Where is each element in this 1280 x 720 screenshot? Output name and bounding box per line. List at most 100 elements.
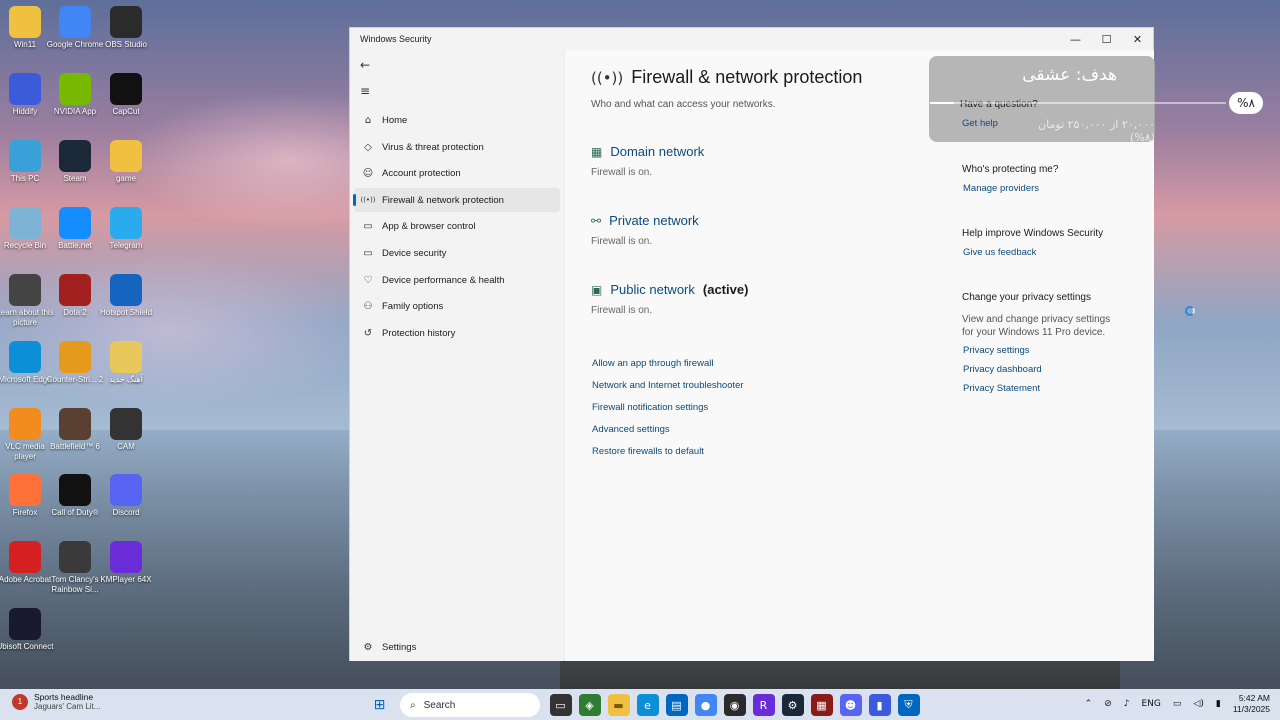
desktop-icon[interactable]: KMPlayer 64X — [96, 537, 156, 585]
sidebar-item-label: Home — [382, 114, 408, 126]
desktop-icon-label: KMPlayer 64X — [100, 575, 152, 584]
desktop-icon[interactable]: آهنگ جدید — [96, 337, 156, 385]
sidebar-item-device-security[interactable]: ▭ Device security — [354, 241, 560, 265]
start-icon[interactable]: ⊞ — [369, 694, 391, 716]
sidebar-item-protection-history[interactable]: ↺ Protection history — [354, 321, 560, 345]
restore-defaults-link[interactable]: Restore firewalls to default — [592, 446, 704, 457]
sidebar-item-label: Family options — [382, 300, 444, 312]
privacy-statement-link[interactable]: Privacy Statement — [963, 383, 1040, 394]
language-indicator[interactable]: ENG — [1142, 699, 1161, 709]
protecting-heading: Who's protecting me? — [962, 164, 1059, 175]
domain-network-icon: ▦ — [591, 144, 603, 159]
volume-icon[interactable]: ◁) — [1193, 699, 1203, 709]
windows-security-icon[interactable]: ⛨ — [897, 694, 920, 716]
notification-settings-link[interactable]: Firewall notification settings — [592, 402, 708, 413]
edge-icon — [9, 341, 41, 373]
winrar-icon[interactable]: ▦ — [810, 694, 833, 716]
firefox-icon — [9, 474, 41, 506]
allow-app-link[interactable]: Allow an app through firewall — [592, 358, 713, 369]
desktop-icon-label: game — [115, 174, 136, 183]
discord-icon — [110, 474, 142, 506]
date: 11/3/2025 — [1232, 704, 1270, 714]
back-arrow-icon[interactable]: ← — [360, 58, 370, 72]
family-icon: ⚇ — [363, 300, 373, 312]
search-box[interactable]: ⌕ Search — [400, 693, 540, 717]
title-bar[interactable]: Windows Security — ☐ ✕ — [350, 28, 1153, 50]
troubleshooter-link[interactable]: Network and Internet troubleshooter — [592, 380, 744, 391]
file-explorer-icon[interactable]: ▬ — [607, 694, 630, 716]
store-icon[interactable]: ▤ — [665, 694, 688, 716]
discord-icon[interactable]: ☻ — [839, 694, 862, 716]
goal-percent-badge: %۸ — [1229, 92, 1263, 114]
goal-amount: ۲۰,۰۰۰ از ۲۵۰,۰۰۰ تومان (۸%) — [1038, 118, 1155, 144]
feedback-link[interactable]: Give us feedback — [963, 247, 1036, 258]
steam-icon — [59, 140, 91, 172]
r-app-icon[interactable]: R — [752, 694, 775, 716]
sidebar-item-account-protection[interactable]: ☺ Account protection — [354, 161, 560, 185]
privacy-dashboard-link[interactable]: Privacy dashboard — [963, 364, 1042, 375]
history-icon: ↺ — [363, 327, 373, 339]
sidebar-item-app-browser[interactable]: ▭ App & browser control — [354, 214, 560, 238]
display-icon[interactable]: ▭ — [1173, 699, 1182, 709]
desktop-icon[interactable]: game — [96, 136, 156, 184]
network-name: Private network — [609, 213, 699, 228]
desktop-icon[interactable]: CapCut — [96, 69, 156, 117]
taskbar: 1 Sports headline Jaguars' Cam Lit... ⊞ … — [0, 689, 1280, 720]
battery-icon[interactable]: ▮ — [1216, 699, 1221, 709]
desktop-icon[interactable]: OBS Studio — [96, 2, 156, 50]
donation-goal-overlay: هدف: عشقی Have a question? Get help ۲۰,۰… — [929, 56, 1155, 144]
get-help-link[interactable]: Get help — [962, 118, 998, 129]
minimize-button[interactable]: — — [1060, 28, 1091, 50]
desktop-icon-label: Ubisoft Connect — [0, 642, 54, 651]
sidebar-item-label: Device security — [382, 247, 447, 259]
page-title: Firewall & network protection — [631, 67, 863, 87]
sidebar-item-virus-threat[interactable]: ◇ Virus & threat protection — [354, 135, 560, 159]
clock[interactable]: 5:42 AM 11/3/2025 — [1233, 693, 1270, 715]
sidebar-item-device-performance[interactable]: ♡ Device performance & health — [354, 268, 560, 292]
public-network-link[interactable]: ▣ Public network (active) — [591, 282, 748, 297]
news-widget[interactable]: 1 Sports headline Jaguars' Cam Lit... — [12, 692, 100, 711]
rainbow-six-icon — [59, 541, 91, 573]
window-title: Windows Security — [360, 34, 432, 44]
maximize-button[interactable]: ☐ — [1091, 28, 1122, 50]
nvidia-icon — [59, 73, 91, 105]
private-network-link[interactable]: ⚯ Private network — [591, 213, 699, 228]
network-off-icon[interactable]: ⊘ — [1104, 699, 1112, 709]
hotspot-shield-icon — [110, 274, 142, 306]
privacy-settings-link[interactable]: Privacy settings — [963, 345, 1030, 356]
page-subtitle: Who and what can access your networks. — [591, 99, 776, 110]
shield-icon: ◇ — [364, 141, 372, 153]
close-button[interactable]: ✕ — [1122, 28, 1153, 50]
hiddify-icon[interactable]: ▮ — [868, 694, 891, 716]
desktop-icon[interactable]: Telegram — [96, 203, 156, 251]
desktop-icon[interactable]: Hotspot Shield — [96, 270, 156, 318]
sidebar-item-label: App & browser control — [382, 220, 476, 232]
chevron-up-icon[interactable]: ⌃ — [1085, 699, 1093, 709]
task-view-icon[interactable]: ▭ — [549, 694, 572, 716]
steam-icon[interactable]: ⚙ — [781, 694, 804, 716]
edge-icon[interactable]: e — [636, 694, 659, 716]
question-heading: Have a question? — [960, 99, 1038, 110]
network-name: Domain network — [610, 144, 705, 159]
chrome-icon[interactable]: ● — [694, 694, 717, 716]
sidebar-item-settings[interactable]: ⚙ Settings — [354, 635, 560, 659]
time: 5:42 AM — [1238, 693, 1270, 703]
sidebar-item-home[interactable]: ⌂ Home — [354, 108, 560, 132]
desktop-icon[interactable]: Ubisoft Connect — [0, 604, 55, 652]
manage-providers-link[interactable]: Manage providers — [963, 183, 1039, 194]
domain-network-link[interactable]: ▦ Domain network — [591, 144, 704, 159]
antenna-icon: ((•)) — [360, 196, 376, 204]
obs-icon[interactable]: ◉ — [723, 694, 746, 716]
advanced-settings-link[interactable]: Advanced settings — [592, 424, 670, 435]
sidebar-item-firewall[interactable]: ((•)) Firewall & network protection — [353, 188, 560, 212]
desktop-icon-label: CapCut — [112, 107, 140, 116]
desktop-icon[interactable]: Discord — [96, 470, 156, 518]
hamburger-menu-icon[interactable]: ≡ — [360, 84, 370, 98]
recycle-bin-icon — [9, 207, 41, 239]
sidebar-item-family-options[interactable]: ⚇ Family options — [354, 294, 560, 318]
telegram-icon — [110, 207, 142, 239]
widgets-icon[interactable]: ◈ — [578, 694, 601, 716]
cam-icon — [110, 408, 142, 440]
microphone-icon[interactable]: ♪ — [1124, 699, 1130, 709]
desktop-icon[interactable]: CAM — [96, 404, 156, 452]
